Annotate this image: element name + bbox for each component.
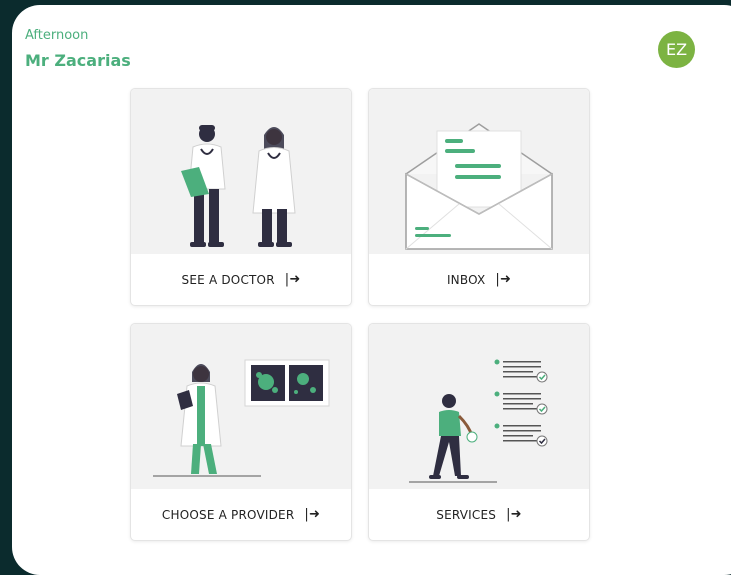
card-label: INBOX [446,272,486,287]
services-button[interactable]: SERVICES |➜ [369,489,589,540]
doctors-illustration [131,89,351,254]
inbox-button[interactable]: INBOX |➜ [369,254,589,305]
card-label: SEE A DOCTOR [181,272,275,287]
see-a-doctor-card[interactable]: SEE A DOCTOR |➜ [130,88,352,306]
envelope-illustration [369,89,589,254]
services-card[interactable]: SERVICES |➜ [368,323,590,541]
arrow-right-to-bar-icon: |➜ [506,507,522,522]
avatar[interactable]: EZ [658,31,695,68]
checklist-illustration [369,324,589,489]
choose-a-provider-card[interactable]: CHOOSE A PROVIDER |➜ [130,323,352,541]
choose-a-provider-button[interactable]: CHOOSE A PROVIDER |➜ [131,489,351,540]
provider-illustration [131,324,351,489]
arrow-right-to-bar-icon: |➜ [284,272,301,287]
card-label: SERVICES [436,507,497,522]
card-label: CHOOSE A PROVIDER [161,507,295,522]
arrow-right-to-bar-icon: |➜ [304,507,321,522]
inbox-card[interactable]: INBOX |➜ [368,88,590,306]
user-name: Mr Zacarias [25,51,131,70]
arrow-right-to-bar-icon: |➜ [495,272,512,287]
see-a-doctor-button[interactable]: SEE A DOCTOR |➜ [131,254,351,305]
greeting-text: Afternoon [25,28,89,43]
